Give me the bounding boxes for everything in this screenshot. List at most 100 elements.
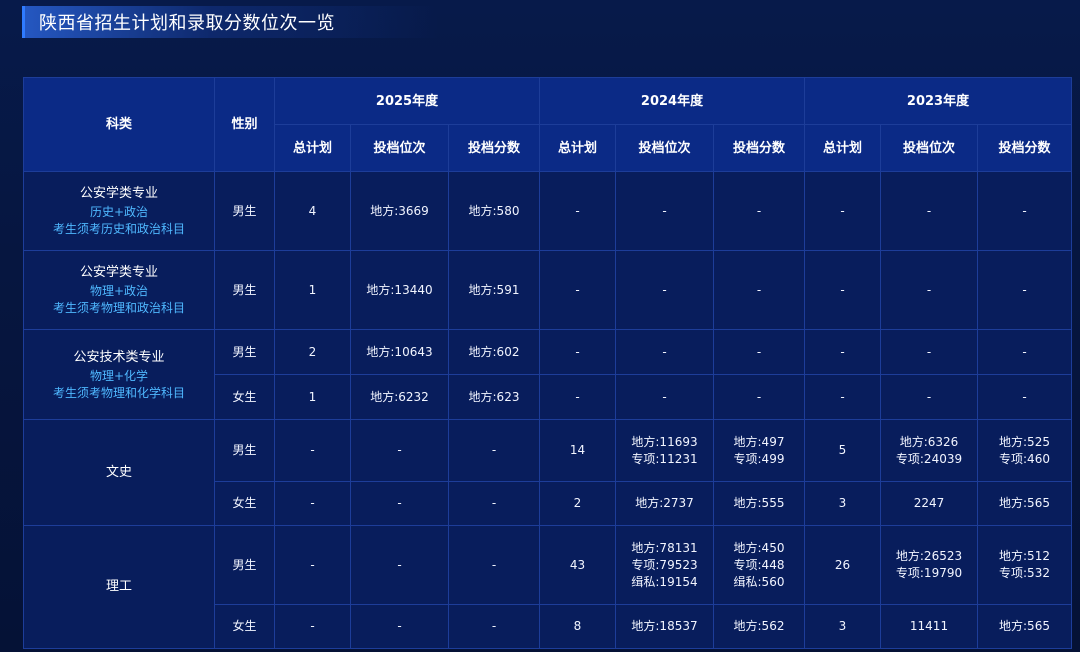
category-cell: 公安学类专业 历史+政治 考生须考历史和政治科目 xyxy=(23,171,215,251)
plan-cell: 26 xyxy=(804,525,881,605)
score-line: 专项:448 xyxy=(733,557,785,572)
rank-line: 专项:79523 xyxy=(631,557,698,572)
category-name: 公安技术类专业 xyxy=(73,349,165,365)
header-year-2025: 2025年度 xyxy=(274,77,540,125)
category-cell: 理工 xyxy=(23,525,215,649)
rank-line: 地方:6326 xyxy=(899,434,959,449)
empty-cell: - xyxy=(977,329,1072,375)
empty-cell: - xyxy=(713,329,805,375)
category-note: 考生须考物理和政治科目 xyxy=(52,301,185,315)
score-cell: 地方:497 专项:499 xyxy=(713,419,805,482)
plan-cell: 8 xyxy=(539,604,616,649)
rank-line: 地方:78131 xyxy=(631,540,698,555)
empty-cell: - xyxy=(274,419,351,482)
category-name: 理工 xyxy=(105,579,132,594)
empty-cell: - xyxy=(448,481,540,526)
score-cell: 地方:591 xyxy=(448,250,540,330)
score-line: 地方:525 xyxy=(999,434,1050,449)
empty-cell: - xyxy=(977,171,1072,251)
header-year-2024: 2024年度 xyxy=(539,77,805,125)
rank-cell: 地方:2737 xyxy=(615,481,714,526)
score-cell: 地方:555 xyxy=(713,481,805,526)
empty-cell: - xyxy=(539,171,616,251)
score-cell: 地方:512 专项:532 xyxy=(977,525,1072,605)
rank-cell: 地方:26523 专项:19790 xyxy=(880,525,978,605)
plan-cell: 3 xyxy=(804,604,881,649)
category-cell: 公安技术类专业 物理+化学 考生须考物理和化学科目 xyxy=(23,329,215,420)
plan-cell: 4 xyxy=(274,171,351,251)
table-body: 公安学类专业 历史+政治 考生须考历史和政治科目 男生 4 地方:3669 地方… xyxy=(23,171,1072,649)
rank-cell: 地方:6232 xyxy=(350,374,449,420)
plan-cell: 5 xyxy=(804,419,881,482)
empty-cell: - xyxy=(615,374,714,420)
empty-cell: - xyxy=(713,171,805,251)
empty-cell: - xyxy=(615,250,714,330)
category-note: 考生须考物理和化学科目 xyxy=(52,385,185,400)
empty-cell: - xyxy=(880,250,978,330)
empty-cell: - xyxy=(804,171,881,251)
empty-cell: - xyxy=(448,604,540,649)
header-category: 科类 xyxy=(23,77,215,172)
score-line: 地方:497 xyxy=(733,434,785,449)
plan-cell: 3 xyxy=(804,481,881,526)
empty-cell: - xyxy=(977,374,1072,420)
empty-cell: - xyxy=(350,419,449,482)
plan-cell: 14 xyxy=(539,419,616,482)
empty-cell: - xyxy=(350,525,449,605)
empty-cell: - xyxy=(804,374,881,420)
gender-cell: 女生 xyxy=(214,481,275,526)
empty-cell: - xyxy=(539,250,616,330)
category-subject: 物理+化学 xyxy=(89,368,149,383)
rank-cell: 地方:6326 专项:24039 xyxy=(880,419,978,482)
empty-cell: - xyxy=(274,604,351,649)
empty-cell: - xyxy=(880,374,978,420)
score-cell: 地方:562 xyxy=(713,604,805,649)
score-line: 专项:532 xyxy=(999,566,1050,580)
score-cell: 地方:602 xyxy=(448,329,540,375)
empty-cell: - xyxy=(713,374,805,420)
category-subject: 物理+政治 xyxy=(89,284,149,298)
table-row: 公安学类专业 物理+政治 考生须考物理和政治科目 男生 1 地方:13440 地… xyxy=(23,250,1072,330)
empty-cell: - xyxy=(804,250,881,330)
category-cell: 公安学类专业 物理+政治 考生须考物理和政治科目 xyxy=(23,250,215,330)
gender-cell: 男生 xyxy=(214,525,275,605)
rank-cell: 地方:18537 xyxy=(615,604,714,649)
score-cell: 地方:565 xyxy=(977,604,1072,649)
header-total-plan: 总计划 xyxy=(274,124,351,172)
empty-cell: - xyxy=(448,525,540,605)
empty-cell: - xyxy=(880,171,978,251)
empty-cell: - xyxy=(350,604,449,649)
plan-cell: 1 xyxy=(274,374,351,420)
empty-cell: - xyxy=(880,329,978,375)
rank-line: 缉私:19154 xyxy=(631,574,698,589)
score-cell: 地方:525 专项:460 xyxy=(977,419,1072,482)
header-admission-rank: 投档位次 xyxy=(615,124,714,172)
empty-cell: - xyxy=(804,329,881,375)
table-row: 理工 男生 - - - 43 地方:78131 专项:79523 缉私:1915… xyxy=(23,525,1072,649)
score-line: 专项:499 xyxy=(733,451,785,466)
category-name: 公安学类专业 xyxy=(79,186,158,201)
score-cell: 地方:623 xyxy=(448,374,540,420)
empty-cell: - xyxy=(615,171,714,251)
rank-cell: 地方:11693 专项:11231 xyxy=(615,419,714,482)
empty-cell: - xyxy=(274,481,351,526)
rank-line: 专项:19790 xyxy=(895,566,963,580)
admission-table: 科类 性别 2025年度 2024年度 2023年度 总计划 投档位次 投档分数… xyxy=(23,77,1072,649)
table-row: 公安技术类专业 物理+化学 考生须考物理和化学科目 男生 2 地方:10643 … xyxy=(23,329,1072,420)
header-year-2023: 2023年度 xyxy=(804,77,1072,125)
category-note: 考生须考历史和政治科目 xyxy=(52,222,185,236)
score-cell: 地方:565 xyxy=(977,481,1072,526)
score-cell: 地方:450 专项:448 缉私:560 xyxy=(713,525,805,605)
rank-cell: 地方:10643 xyxy=(350,329,449,375)
rank-cell: 11411 xyxy=(880,604,978,649)
header-admission-rank: 投档位次 xyxy=(880,124,978,172)
category-subject: 历史+政治 xyxy=(89,205,149,219)
empty-cell: - xyxy=(713,250,805,330)
gender-cell: 女生 xyxy=(214,374,275,420)
rank-line: 专项:24039 xyxy=(895,451,963,466)
plan-cell: 2 xyxy=(274,329,351,375)
rank-line: 地方:11693 xyxy=(631,434,698,449)
header-admission-score: 投档分数 xyxy=(448,124,540,172)
rank-cell: 地方:13440 xyxy=(350,250,449,330)
plan-cell: 2 xyxy=(539,481,616,526)
